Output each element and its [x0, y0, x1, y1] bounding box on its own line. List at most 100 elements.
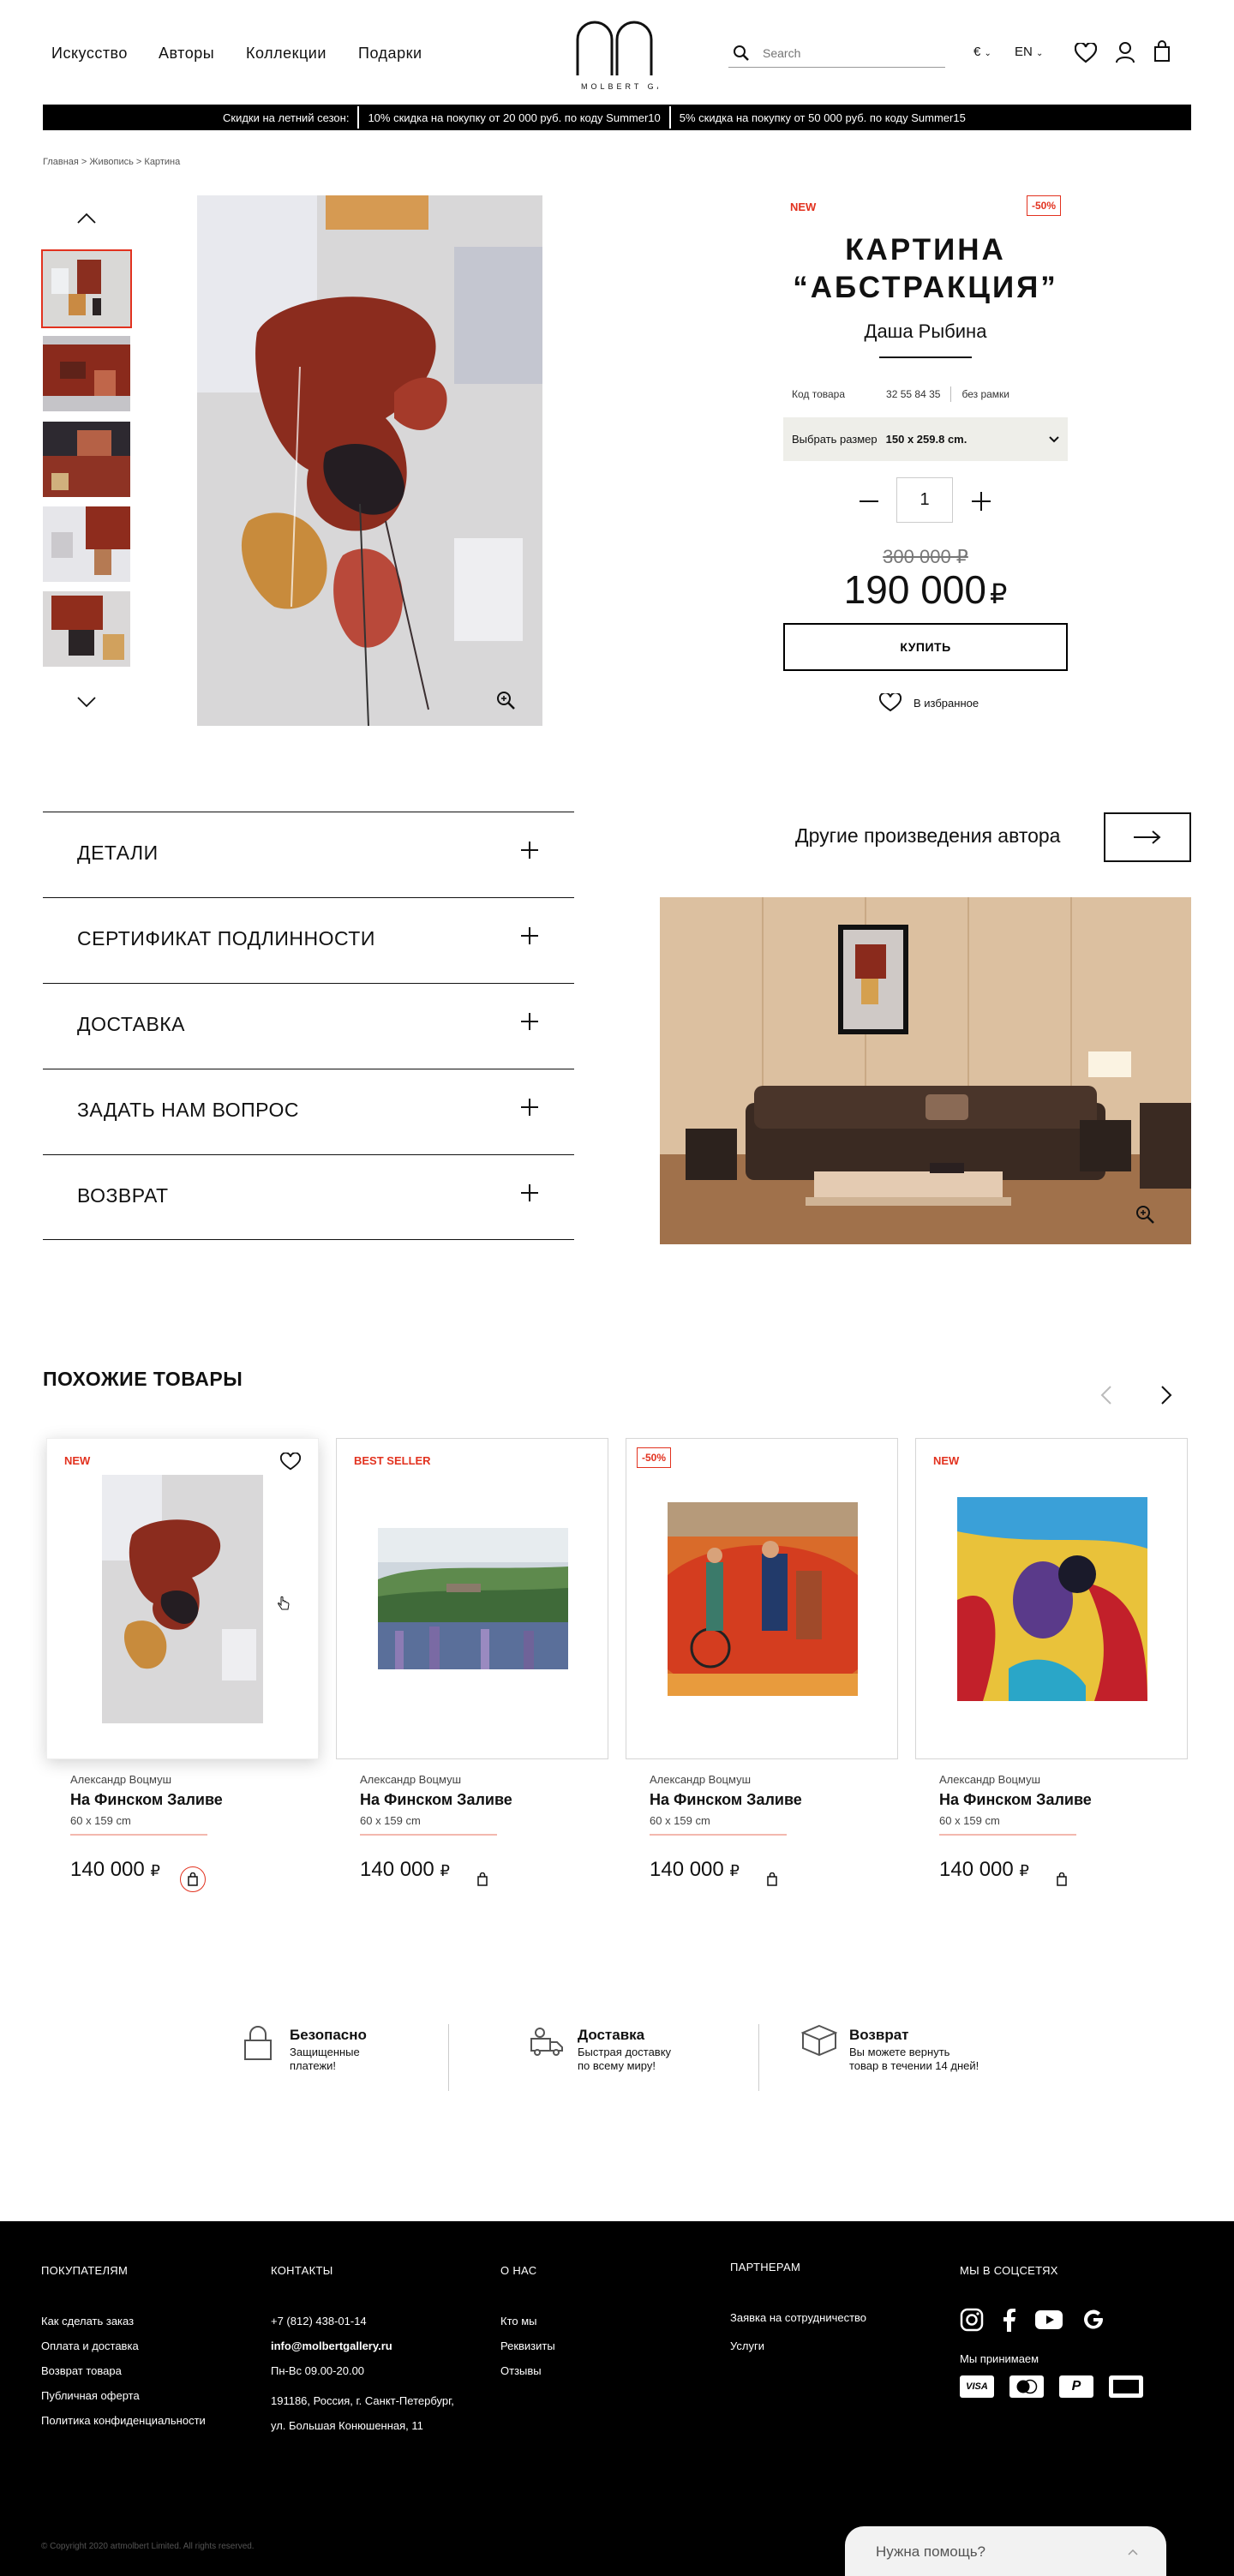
card-author[interactable]: Александр Воцмуш: [650, 1773, 907, 1786]
facebook-icon[interactable]: [1003, 2308, 1016, 2332]
footer-link[interactable]: Отзывы: [500, 2364, 555, 2377]
title-divider: [879, 356, 972, 358]
search-icon[interactable]: [733, 45, 750, 62]
price-value: 140 000: [360, 1857, 434, 1881]
product-card[interactable]: BEST SELLER: [336, 1438, 608, 1759]
product-card[interactable]: NEW: [46, 1438, 319, 1759]
accordion-certificate[interactable]: СЕРТИФИКАТ ПОДЛИННОСТИ: [43, 897, 574, 983]
footer-link[interactable]: Заявка на сотрудничество: [730, 2311, 866, 2324]
interior-image[interactable]: [660, 897, 1191, 1244]
footer-link[interactable]: Политика конфиденциальности: [41, 2414, 206, 2427]
frame-info: без рамки: [961, 388, 1009, 400]
cart-icon[interactable]: [767, 1872, 777, 1886]
nav-item-art[interactable]: Искусство: [51, 45, 128, 63]
help-chat-widget[interactable]: Нужна помощь?: [845, 2526, 1166, 2576]
logo[interactable]: MOLBERT GALLERY: [576, 15, 704, 94]
card-info: Александр Воцмуш На Финском Заливе 60 х …: [939, 1773, 1196, 1882]
card-author[interactable]: Александр Воцмуш: [70, 1773, 327, 1786]
card-author[interactable]: Александр Воцмуш: [360, 1773, 617, 1786]
card-badge: BEST SELLER: [354, 1454, 431, 1467]
currency-sign: ₽: [440, 1861, 450, 1879]
currency-select[interactable]: € ⌄: [973, 45, 991, 59]
feature-title: Безопасно: [290, 2027, 367, 2043]
nav-item-authors[interactable]: Авторы: [159, 45, 214, 63]
thumbnail-image: [43, 422, 130, 497]
footer-phone[interactable]: +7 (812) 438-01-14: [271, 2315, 454, 2327]
google-icon[interactable]: [1081, 2308, 1105, 2332]
cart-icon[interactable]: [1057, 1872, 1067, 1886]
plus-icon: [521, 842, 538, 859]
thumbnail[interactable]: [43, 591, 130, 667]
card-title[interactable]: На Финском Заливе: [360, 1791, 617, 1809]
thumbnail[interactable]: [43, 422, 130, 497]
card-title[interactable]: На Финском Заливе: [70, 1791, 327, 1809]
footer-heading: О НАС: [500, 2264, 537, 2277]
card-divider: [650, 1834, 787, 1836]
chevron-down-icon[interactable]: [76, 696, 97, 708]
feature-text: Вы можете вернуть: [849, 2046, 950, 2058]
footer-link[interactable]: Услуги: [730, 2339, 866, 2352]
heart-icon[interactable]: [1075, 43, 1097, 63]
accordion-label: ДЕТАЛИ: [77, 842, 159, 864]
minus-icon[interactable]: [860, 500, 878, 502]
other-works-button[interactable]: [1104, 812, 1191, 862]
heart-icon[interactable]: [280, 1453, 301, 1471]
product-card[interactable]: -50%: [626, 1438, 898, 1759]
card-author[interactable]: Александр Воцмуш: [939, 1773, 1196, 1786]
zoom-icon[interactable]: [495, 690, 516, 710]
currency-sign: ₽: [1019, 1861, 1029, 1879]
buy-button[interactable]: КУПИТЬ: [783, 623, 1068, 671]
size-select[interactable]: Выбрать размер 150 х 259.8 cm.: [783, 417, 1068, 461]
card-info: Александр Воцмуш На Финском Заливе 60 х …: [650, 1773, 907, 1882]
footer-link[interactable]: Реквизиты: [500, 2339, 555, 2352]
product-card[interactable]: NEW: [915, 1438, 1188, 1759]
card-info: Александр Воцмуш На Финском Заливе 60 х …: [70, 1773, 327, 1882]
cart-icon[interactable]: [1153, 40, 1171, 63]
thumbnail[interactable]: [43, 506, 130, 582]
nav-item-collections[interactable]: Коллекции: [246, 45, 326, 63]
thumbnail[interactable]: [41, 249, 132, 328]
paypal-icon: P: [1059, 2375, 1093, 2398]
feature-text: товар в течении 14 дней!: [849, 2059, 979, 2072]
accordion-details[interactable]: ДЕТАЛИ: [43, 812, 574, 897]
sale-badge: -50%: [1027, 195, 1062, 216]
zoom-icon[interactable]: [1135, 1204, 1155, 1225]
card-size: 60 х 159 cm: [939, 1814, 1000, 1827]
youtube-icon[interactable]: [1035, 2309, 1063, 2330]
cart-icon[interactable]: [477, 1872, 488, 1886]
card-title[interactable]: На Финском Заливе: [650, 1791, 907, 1809]
quantity-field[interactable]: 1: [896, 477, 953, 523]
add-to-favorites[interactable]: В избранное: [879, 693, 979, 712]
search-input[interactable]: [763, 43, 943, 63]
footer-link[interactable]: Кто мы: [500, 2315, 555, 2327]
user-icon[interactable]: [1116, 41, 1135, 63]
thumbnail[interactable]: [43, 336, 130, 411]
plus-icon[interactable]: [972, 492, 991, 511]
footer-link[interactable]: Оплата и доставка: [41, 2339, 206, 2352]
accordion-return[interactable]: ВОЗВРАТ: [43, 1154, 574, 1240]
footer-col-social: МЫ В СОЦСЕТЯХ Мы принимаем VISA P: [960, 2264, 1143, 2398]
accordion-delivery[interactable]: ДОСТАВКА: [43, 983, 574, 1069]
footer-link[interactable]: Возврат товара: [41, 2364, 206, 2377]
accordion-question[interactable]: ЗАДАТЬ НАМ ВОПРОС: [43, 1069, 574, 1154]
amex-icon: [1109, 2375, 1143, 2398]
footer-link[interactable]: Как сделать заказ: [41, 2315, 206, 2327]
add-to-cart-button[interactable]: [180, 1866, 206, 1892]
product-image[interactable]: [197, 195, 542, 726]
product-author[interactable]: Даша Рыбина: [783, 321, 1068, 343]
chevron-left-icon[interactable]: [1100, 1385, 1112, 1405]
search-underline: [728, 67, 945, 68]
chevron-right-icon[interactable]: [1160, 1385, 1172, 1405]
feature-text: Быстрая доставку: [578, 2046, 672, 2058]
currency-sign: ₽: [729, 1861, 740, 1879]
nav-item-gifts[interactable]: Подарки: [358, 45, 422, 63]
footer-link[interactable]: Публичная оферта: [41, 2389, 206, 2402]
breadcrumb[interactable]: Главная > Живопись > Картина: [43, 157, 180, 167]
language-select[interactable]: EN ⌄: [1015, 45, 1043, 59]
delivery-truck-icon: [530, 2028, 563, 2056]
footer-email[interactable]: info@molbertgallery.ru: [271, 2339, 454, 2352]
instagram-icon[interactable]: [960, 2308, 984, 2332]
thumbnail-image: [43, 591, 130, 667]
card-title[interactable]: На Финском Заливе: [939, 1791, 1196, 1809]
chevron-up-icon[interactable]: [76, 213, 97, 225]
